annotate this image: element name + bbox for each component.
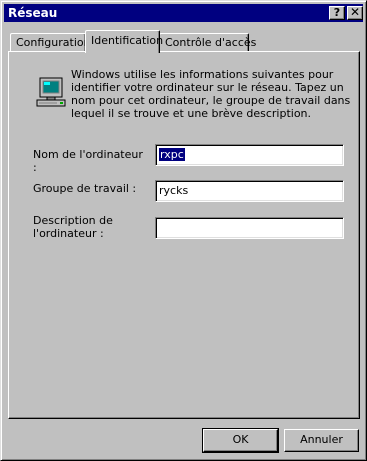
network-computer-icon	[36, 77, 66, 107]
computer-name-value: rxpc	[159, 148, 185, 161]
cancel-button[interactable]: Annuler	[284, 429, 359, 452]
network-dialog: Réseau ? ✕ Configuration Identification …	[0, 0, 367, 461]
workgroup-value: rycks	[159, 184, 189, 197]
computer-description-label: Description de l'ordinateur :	[33, 214, 148, 240]
identification-description: Windows utilise les informations suivant…	[71, 68, 351, 120]
close-button[interactable]: ✕	[347, 6, 363, 20]
tab-identification[interactable]: Identification	[85, 30, 163, 53]
identification-panel: Windows utilise les informations suivant…	[8, 51, 360, 419]
computer-description-label-line1: Description de	[33, 214, 113, 227]
workgroup-label: Groupe de travail :	[33, 182, 137, 195]
ok-button[interactable]: OK	[202, 428, 279, 453]
computer-name-input[interactable]: rxpc	[155, 144, 344, 166]
computer-description-label-line2: l'ordinateur :	[33, 227, 104, 240]
window-title: Réseau	[8, 6, 58, 20]
computer-description-input[interactable]	[155, 217, 344, 239]
tab-access-control[interactable]: Contrôle d'accès	[159, 33, 256, 52]
tab-configuration[interactable]: Configuration	[10, 33, 91, 52]
help-button[interactable]: ?	[329, 6, 345, 20]
workgroup-input[interactable]: rycks	[155, 180, 344, 202]
computer-name-label: Nom de l'ordinateur :	[33, 148, 143, 174]
title-bar[interactable]: Réseau ? ✕	[4, 4, 363, 22]
